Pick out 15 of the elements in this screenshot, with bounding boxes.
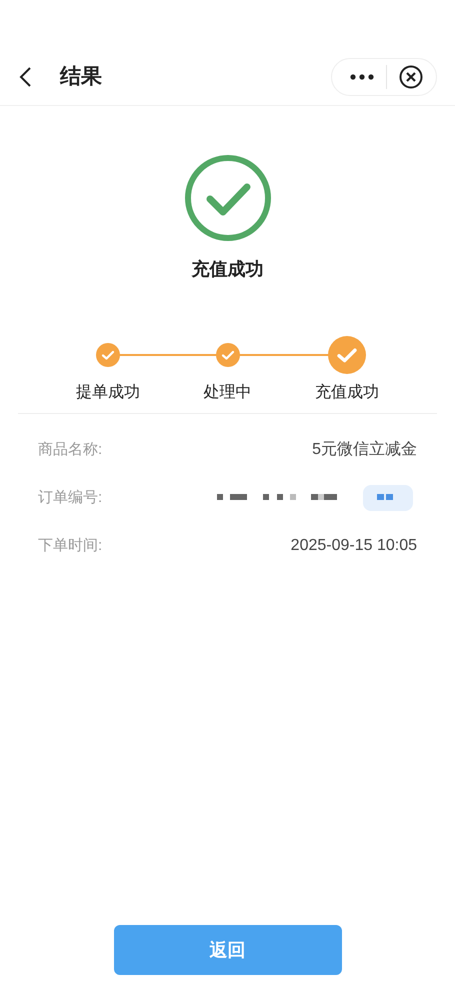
more-icon[interactable] bbox=[350, 74, 374, 80]
back-button[interactable]: 返回 bbox=[114, 925, 342, 975]
step-label: 处理中 bbox=[204, 382, 252, 403]
detail-value: 5元微信立减金 bbox=[312, 440, 417, 460]
success-check-icon bbox=[184, 154, 272, 242]
page-title: 结果 bbox=[60, 64, 102, 90]
step-label: 提单成功 bbox=[76, 382, 140, 403]
detail-label: 下单时间: bbox=[38, 536, 102, 556]
result-title: 充值成功 bbox=[192, 258, 264, 281]
detail-value: 2025-09-15 10:05 bbox=[290, 536, 417, 556]
back-icon[interactable] bbox=[18, 66, 32, 88]
detail-label: 订单编号: bbox=[38, 488, 102, 508]
close-icon[interactable] bbox=[399, 64, 423, 88]
step-label: 充值成功 bbox=[315, 382, 379, 403]
detail-label: 商品名称: bbox=[38, 440, 102, 460]
